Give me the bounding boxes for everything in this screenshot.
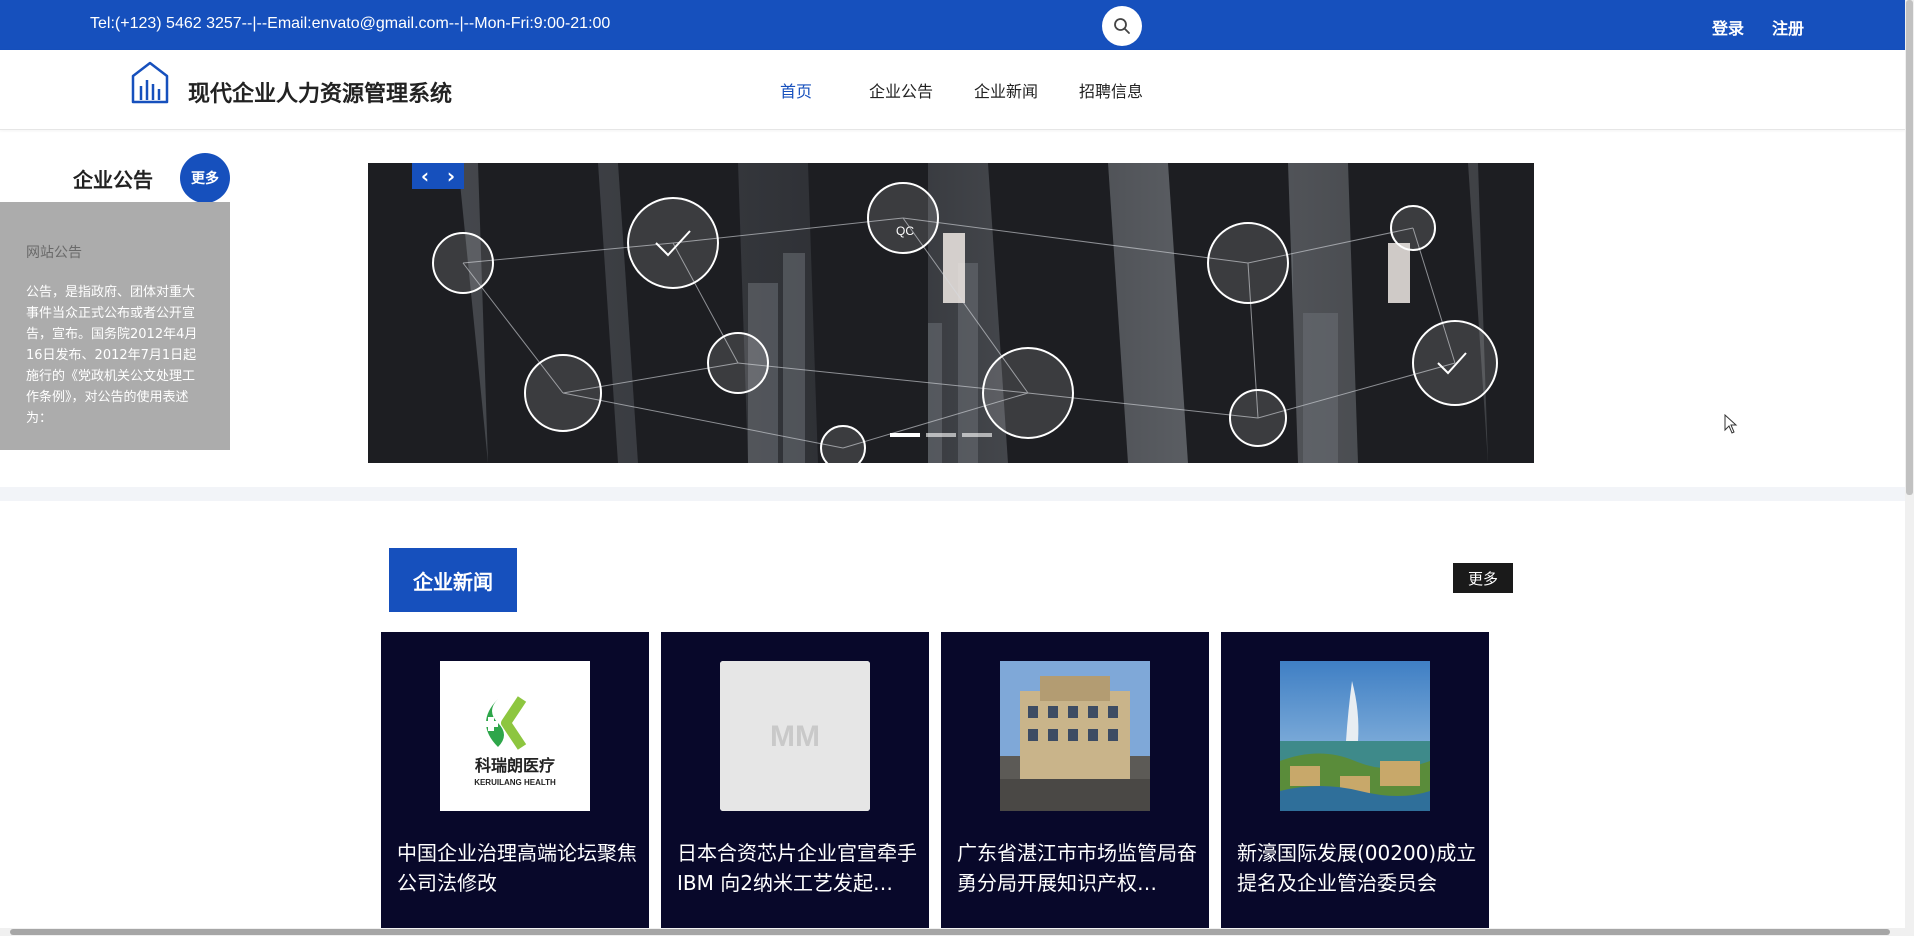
carousel-arrows: ‹ › <box>412 163 464 189</box>
site-title: 现代企业人力资源管理系统 <box>188 82 453 107</box>
site-header: 现代企业人力资源管理系统 首页 企业公告 企业新闻 招聘信息 <box>0 50 1905 130</box>
notice-box-title: 网站公告 <box>26 245 82 261</box>
nav-item-news[interactable]: 企业新闻 <box>974 78 1038 102</box>
news-thumbnail <box>1280 661 1430 811</box>
news-more-button[interactable]: 更多 <box>1453 563 1513 593</box>
notice-box[interactable]: 网站公告 公告，是指政府、团体对重大事件当众正式公布或者公开宣告，宣布。国务院2… <box>0 202 230 450</box>
news-card[interactable]: MM 日本合资芯片企业官宣牵手IBM 向2纳米工艺发起… <box>661 632 929 936</box>
vertical-scrollbar[interactable] <box>1905 0 1914 936</box>
contact-info: Tel:(+123) 5462 3257--|--Email:envato@gm… <box>90 15 611 32</box>
placeholder-text: MM <box>770 720 820 753</box>
chevron-left-icon[interactable]: ‹ <box>412 163 438 189</box>
register-link[interactable]: 注册 <box>1772 15 1804 39</box>
carousel-dot[interactable] <box>890 433 920 437</box>
carousel-dot[interactable] <box>962 433 992 437</box>
building-chart-icon <box>131 61 169 104</box>
notice-more-button[interactable]: 更多 <box>180 153 230 203</box>
top-bar: Tel:(+123) 5462 3257--|--Email:envato@gm… <box>0 0 1905 50</box>
section-divider <box>0 487 1905 501</box>
notice-box-text: 公告，是指政府、团体对重大事件当众正式公布或者公开宣告，宣布。国务院2012年4… <box>26 285 198 426</box>
scrollbar-thumb[interactable] <box>1906 0 1913 495</box>
nav-item-home[interactable]: 首页 <box>780 78 812 102</box>
logo-cn: 科瑞朗医疗 <box>475 756 555 775</box>
news-card[interactable]: 科瑞朗医疗 KERUILANG HEALTH 中国企业治理高端论坛聚焦公司法修改 <box>381 632 649 936</box>
mouse-cursor-icon <box>1724 414 1738 434</box>
news-card[interactable]: 广东省湛江市市场监管局奋勇分局开展知识产权… <box>941 632 1209 936</box>
news-card-title: 日本合资芯片企业官宣牵手IBM 向2纳米工艺发起… <box>677 841 917 895</box>
carousel-dots <box>890 433 992 437</box>
nav-item-jobs[interactable]: 招聘信息 <box>1079 78 1143 102</box>
banner-image: QC <box>368 163 1534 463</box>
news-card-title: 中国企业治理高端论坛聚焦公司法修改 <box>397 841 637 895</box>
nav-item-announcements[interactable]: 企业公告 <box>869 78 933 102</box>
news-thumbnail <box>1000 661 1150 811</box>
login-link[interactable]: 登录 <box>1712 15 1744 39</box>
news-thumbnail: MM <box>720 661 870 811</box>
news-heading: 企业新闻 <box>389 548 517 612</box>
chevron-right-icon[interactable]: › <box>438 163 464 189</box>
news-card-title: 广东省湛江市市场监管局奋勇分局开展知识产权… <box>957 841 1197 895</box>
carousel-dot[interactable] <box>926 433 956 437</box>
scrollbar-thumb[interactable] <box>10 929 1890 935</box>
news-thumbnail: 科瑞朗医疗 KERUILANG HEALTH <box>440 661 590 811</box>
notice-heading: 企业公告 <box>73 168 153 192</box>
search-icon <box>1114 18 1130 34</box>
news-card-title: 新濠国际发展(00200)成立提名及企业管治委员会 <box>1237 841 1477 895</box>
search-button[interactable] <box>1102 6 1142 46</box>
logo-en: KERUILANG HEALTH <box>474 778 556 787</box>
banner-carousel[interactable]: QC <box>368 163 1534 463</box>
horizontal-scrollbar[interactable] <box>0 928 1905 936</box>
svg-text:QC: QC <box>896 224 914 238</box>
news-card[interactable]: 新濠国际发展(00200)成立提名及企业管治委员会 <box>1221 632 1489 936</box>
